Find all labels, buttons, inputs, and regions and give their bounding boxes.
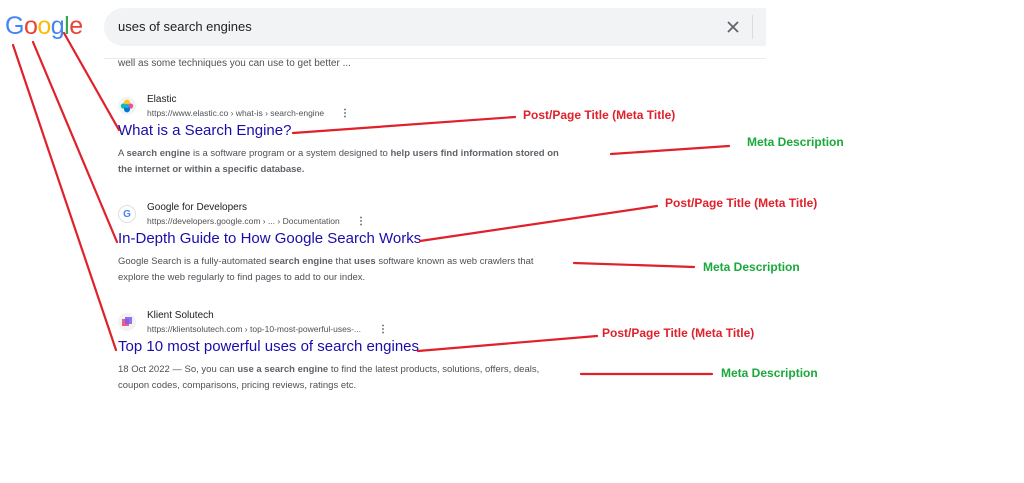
search-input[interactable]: uses of search engines (118, 19, 252, 34)
site-name[interactable]: Klient Solutech (147, 310, 214, 321)
annotation-line (418, 204, 659, 243)
annotation-line (291, 115, 517, 135)
logo-letter: o (23, 12, 38, 40)
annotation-line (11, 43, 118, 352)
meta-description-label: Meta Description (721, 366, 818, 380)
annotation-line (572, 261, 696, 269)
more-options-icon[interactable]: ⋮ (356, 216, 366, 227)
previous-result-snippet: well as some techniques you can use to g… (118, 58, 351, 69)
more-options-icon[interactable]: ⋮ (378, 324, 388, 335)
result-title[interactable]: In-Depth Guide to How Google Search Work… (118, 230, 421, 247)
logo-letter: o (37, 12, 51, 40)
result-title[interactable]: Top 10 most powerful uses of search engi… (118, 338, 419, 355)
site-name[interactable]: Elastic (147, 94, 176, 105)
site-url[interactable]: https://developers.google.com › ... › Do… (147, 216, 340, 226)
meta-title-label: Post/Page Title (Meta Title) (602, 326, 755, 340)
elastic-favicon-icon[interactable] (118, 97, 136, 115)
meta-description-label: Meta Description (703, 260, 800, 274)
result-title[interactable]: What is a Search Engine? (118, 122, 291, 139)
meta-title-label: Post/Page Title (Meta Title) (665, 196, 818, 210)
result-description: 18 Oct 2022 — So, you can use a search e… (118, 364, 540, 391)
more-options-icon[interactable]: ⋮ (340, 108, 350, 119)
crop-edge (766, 0, 806, 60)
annotation-line (62, 31, 121, 132)
annotation-line (31, 40, 119, 244)
search-divider (752, 15, 753, 39)
site-name[interactable]: Google for Developers (147, 202, 247, 213)
google-logo[interactable]: Google (5, 12, 83, 41)
annotation-line (609, 144, 731, 156)
site-url[interactable]: https://www.elastic.co › what-is › searc… (147, 108, 324, 118)
meta-title-label: Post/Page Title (Meta Title) (523, 108, 676, 122)
result-description: A search engine is a software program or… (118, 148, 559, 175)
meta-description-label: Meta Description (747, 135, 844, 149)
site-url[interactable]: https://klientsolutech.com › top-10-most… (147, 324, 361, 334)
annotation-line (416, 334, 599, 353)
logo-letter: G (5, 12, 24, 40)
google-favicon-icon[interactable]: G (118, 205, 136, 223)
logo-letter: e (69, 12, 83, 40)
search-bar[interactable]: uses of search engines (104, 8, 784, 46)
klient-favicon-icon[interactable] (118, 313, 136, 331)
close-icon[interactable] (723, 17, 743, 37)
result-description: Google Search is a fully-automated searc… (118, 256, 534, 283)
logo-letter: g (50, 12, 65, 40)
